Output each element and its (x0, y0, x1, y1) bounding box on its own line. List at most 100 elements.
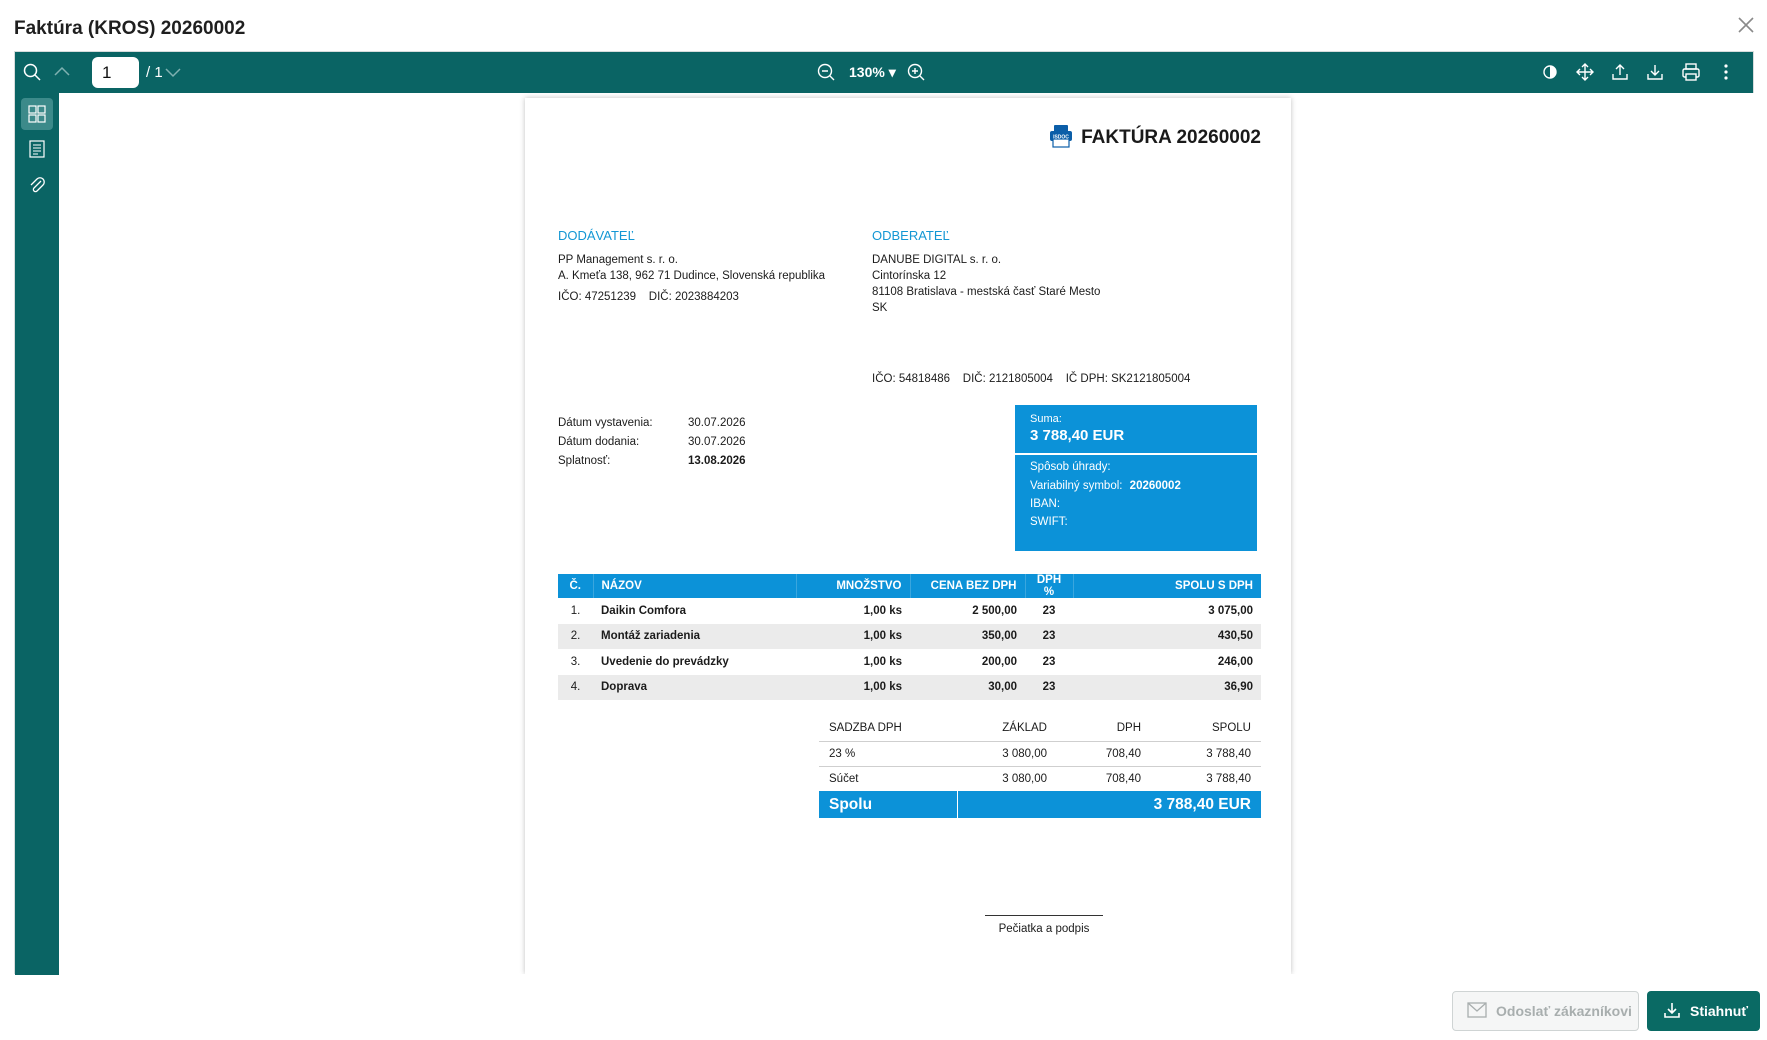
col-name: NÁZOV (593, 574, 797, 598)
attachment-icon[interactable] (21, 169, 53, 201)
customer-name: DANUBE DIGITAL s. r. o. (872, 254, 1002, 266)
viewer-toolbar: / 1 130% ▾ (15, 52, 1753, 93)
vat-col-base: ZÁKLAD (957, 716, 1057, 742)
signature-label: Pečiatka a podpis (998, 923, 1090, 935)
vat-total: 3 788,40 (1206, 772, 1251, 785)
more-icon[interactable] (1715, 61, 1737, 83)
payment-summary-box: Suma: 3 788,40 EUR Spôsob úhrady: Variab… (1015, 405, 1257, 551)
supplier-ids: IČO: 47251239 DIČ: 2023884203 (558, 291, 739, 303)
col-qty: MNOŽSTVO (796, 574, 911, 598)
invoice-page: ISDOC FAKTÚRA 20260002 DODÁVATEĽ PP Mana… (525, 98, 1291, 974)
date-delivered-value: 30.07.2026 (688, 436, 746, 448)
download-icon (1663, 1001, 1681, 1022)
document-canvas: ISDOC FAKTÚRA 20260002 DODÁVATEĽ PP Mana… (59, 93, 1754, 974)
variable-symbol-value: 20260002 (1129, 480, 1181, 492)
grand-total-label: Spolu (819, 791, 958, 818)
vat-rate: 23 % (819, 741, 957, 767)
item-no: 4. (558, 674, 593, 700)
print-icon[interactable] (1680, 61, 1702, 83)
item-no: 1. (570, 604, 581, 617)
send-to-customer-label: Odoslať zákazníkovi (1496, 1003, 1632, 1019)
items-table: Č. NÁZOV MNOŽSTVO CENA BEZ DPH DPH % SPO… (558, 574, 1261, 700)
customer-ids: IČO: 54818486 DIČ: 2121805004 IČ DPH: SK… (872, 373, 1191, 385)
variable-symbol-label: Variabilný symbol: (1030, 480, 1123, 492)
zoom-in-icon[interactable] (905, 61, 927, 83)
customer-street: Cintorínska 12 (872, 270, 947, 282)
item-no: 2. (558, 623, 593, 649)
supplier-label: DODÁVATEĽ (558, 228, 635, 243)
send-to-customer-button[interactable]: Odoslať zákazníkovi (1452, 991, 1639, 1031)
vat-amount: 708,40 (1057, 741, 1151, 767)
col-vat: DPH % (1025, 574, 1074, 598)
table-row: 4. Doprava 1,00 ks 30,00 23 36,90 (558, 674, 1261, 700)
date-delivered-row: Dátum dodania: 30.07.2026 (558, 436, 746, 448)
item-qty: 1,00 ks (863, 655, 902, 668)
item-no: 3. (570, 655, 581, 668)
item-name: Montáž zariadenia (593, 623, 796, 649)
invoice-title: FAKTÚRA 20260002 (1081, 126, 1261, 148)
vat-amount: 708,40 (1105, 772, 1141, 785)
grand-total-row: Spolu 3 788,40 EUR (819, 791, 1261, 818)
isdoc-logo-icon: ISDOC (1049, 124, 1073, 151)
iban-label: IBAN: (1030, 498, 1061, 510)
swift-label: SWIFT: (1030, 516, 1068, 528)
chevron-down-icon[interactable] (162, 61, 184, 83)
sum-label: Suma: (1030, 413, 1062, 425)
page-number-input[interactable] (92, 57, 139, 88)
mail-icon (1467, 1001, 1487, 1021)
date-issued-value: 30.07.2026 (688, 417, 746, 429)
move-icon[interactable] (1574, 61, 1596, 83)
item-qty: 1,00 ks (863, 604, 902, 617)
supplier-address: A. Kmeťa 138, 962 71 Dudince, Slovenská … (558, 270, 826, 282)
download-icon[interactable] (1644, 61, 1666, 83)
item-price: 200,00 (981, 655, 1017, 668)
col-total: SPOLU S DPH (1073, 574, 1261, 598)
upload-icon[interactable] (1609, 61, 1631, 83)
item-vat: 23 (1042, 604, 1056, 617)
zoom-select[interactable]: 130% ▾ (849, 64, 896, 81)
date-due-row: Splatnosť: 13.08.2026 (558, 455, 746, 467)
zoom-out-icon[interactable] (815, 61, 837, 83)
item-total: 246,00 (1217, 655, 1253, 668)
chevron-up-icon[interactable] (51, 61, 73, 83)
date-due-value: 13.08.2026 (688, 455, 746, 467)
invoice-header: ISDOC FAKTÚRA 20260002 (1049, 124, 1261, 151)
customer-country: SK (872, 302, 888, 314)
thumbnails-icon[interactable] (21, 98, 53, 130)
outline-icon[interactable] (21, 133, 53, 165)
compare-icon[interactable] (1539, 61, 1561, 83)
search-icon[interactable] (21, 61, 43, 83)
vat-col-rate: SADZBA DPH (819, 716, 957, 742)
item-qty: 1,00 ks (796, 623, 910, 649)
pdf-viewer: / 1 130% ▾ (14, 51, 1754, 975)
item-total: 36,90 (1073, 674, 1261, 700)
vat-col-vat: DPH (1057, 716, 1151, 742)
item-total: 3 075,00 (1208, 604, 1253, 617)
col-no: Č. (558, 574, 594, 598)
download-button[interactable]: Stiahnuť (1647, 991, 1760, 1031)
item-price: 350,00 (910, 623, 1025, 649)
col-price: CENA BEZ DPH (910, 574, 1026, 598)
item-vat: 23 (1042, 655, 1056, 668)
download-label: Stiahnuť (1690, 1003, 1749, 1019)
viewer-sidebar (15, 93, 59, 975)
vat-base: 3 080,00 (1002, 772, 1047, 785)
date-due-label: Splatnosť: (558, 455, 611, 467)
item-name: Daikin Comfora (601, 604, 686, 617)
variable-symbol-row: Variabilný symbol: 20260002 (1030, 480, 1181, 492)
vat-row: 23 % 3 080,00 708,40 3 788,40 (819, 741, 1261, 767)
supplier-name: PP Management s. r. o. (558, 254, 678, 266)
vat-base: 3 080,00 (957, 741, 1057, 767)
page-total: / 1 (146, 64, 163, 81)
item-vat: 23 (1025, 623, 1073, 649)
vat-rate: Súčet (829, 772, 859, 785)
payment-method-label: Spôsob úhrady: (1030, 461, 1111, 473)
item-name: Uvedenie do prevádzky (601, 655, 729, 668)
item-total: 430,50 (1073, 623, 1261, 649)
vat-summary-table: SADZBA DPH ZÁKLAD DPH SPOLU 23 % 3 080,0… (819, 716, 1261, 818)
item-price: 2 500,00 (972, 604, 1017, 617)
customer-label: ODBERATEĽ (872, 228, 950, 243)
date-issued-label: Dátum vystavenia: (558, 417, 653, 429)
date-delivered-label: Dátum dodania: (558, 436, 640, 448)
close-icon[interactable] (1735, 14, 1757, 36)
